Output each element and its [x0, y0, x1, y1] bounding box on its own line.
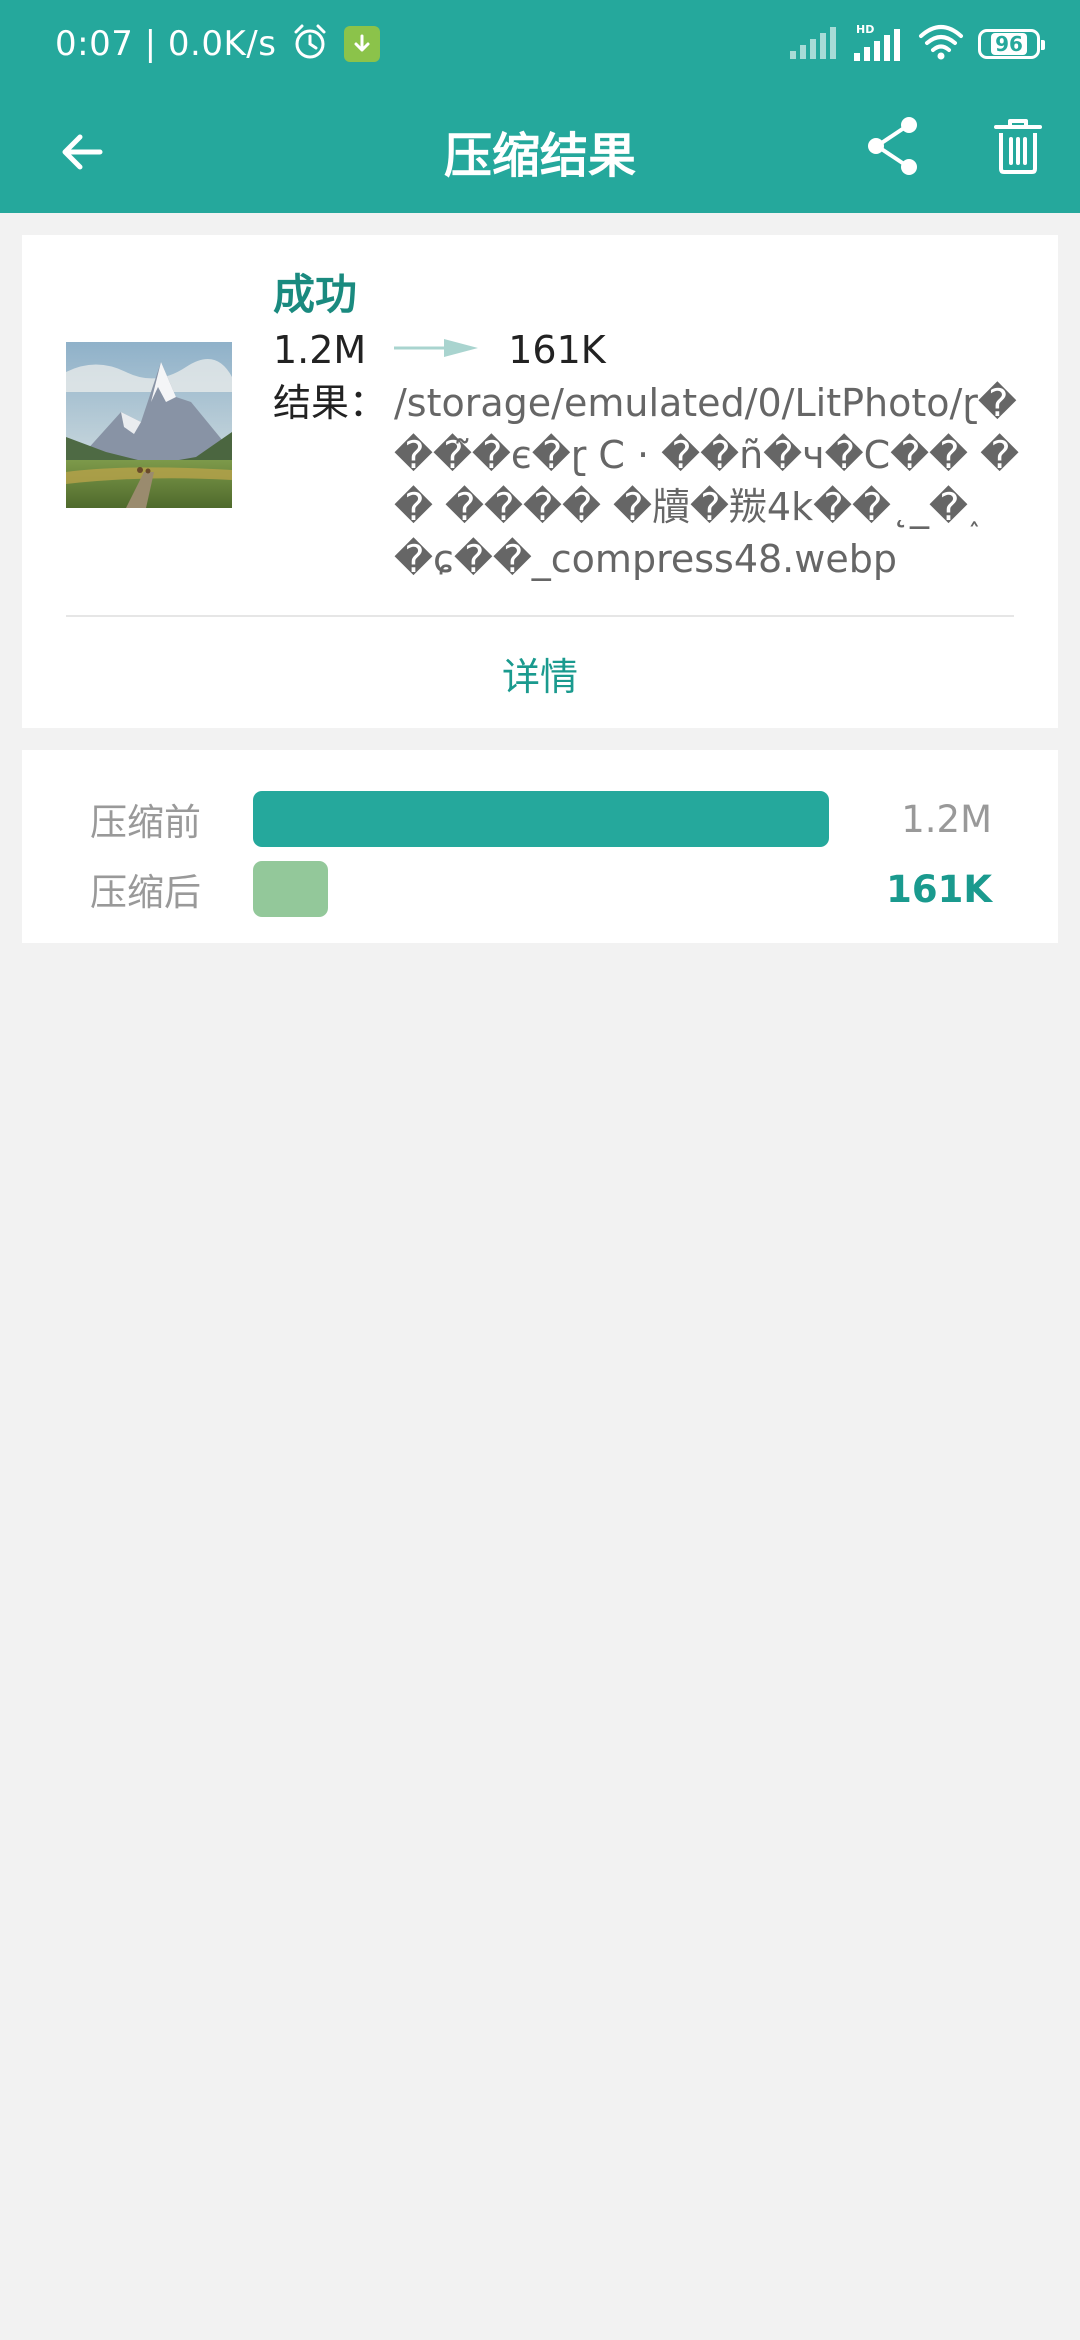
result-file-path: /storage/emulated/0/LitPhoto/ɽ���̃�є�ɽ C… — [394, 381, 1020, 581]
comparison-card: 压缩前 1.2M 压缩后 161K — [22, 750, 1058, 943]
app-bar: 压缩结果 — [0, 88, 1080, 213]
card-divider — [66, 615, 1014, 617]
status-time-speed: 0:07 | 0.0K/s — [55, 24, 277, 64]
after-bar-fill — [253, 861, 329, 917]
delete-button[interactable] — [978, 106, 1058, 186]
download-icon — [344, 26, 381, 62]
before-label: 压缩前 — [90, 801, 201, 844]
size-change-row: 1.2M 161K — [273, 325, 606, 375]
before-value: 1.2M — [901, 797, 992, 841]
after-bar-track — [253, 861, 829, 917]
image-thumbnail[interactable] — [66, 342, 232, 508]
cell-signal-hd-icon: HD — [854, 23, 904, 65]
trash-icon — [994, 119, 1042, 174]
cell-signal-icon — [790, 25, 840, 63]
battery-level: 96 — [991, 33, 1027, 55]
alarm-clock-icon — [290, 22, 330, 66]
before-bar-fill — [253, 791, 829, 847]
before-bar-row: 压缩前 1.2M — [22, 791, 1058, 847]
result-card: 成功 1.2M 161K 结果： /storage/emulated/0/Lit… — [22, 235, 1058, 728]
back-button[interactable] — [40, 110, 124, 194]
status-bar: 0:07 | 0.0K/s HD 96 — [0, 0, 1080, 88]
after-bar-row: 压缩后 161K — [22, 861, 1058, 917]
size-after-text: 161K — [508, 328, 606, 372]
compress-status: 成功 — [273, 270, 358, 319]
mountain-landscape-image — [66, 342, 232, 508]
after-value: 161K — [886, 867, 992, 911]
size-before-text: 1.2M — [273, 328, 367, 372]
battery-icon: 96 — [978, 29, 1045, 59]
arrow-right-icon — [394, 336, 480, 364]
before-bar-track — [253, 791, 829, 847]
after-label: 压缩后 — [90, 871, 201, 914]
svg-text:HD: HD — [856, 23, 874, 36]
share-icon — [868, 117, 917, 175]
result-label: 结果： — [273, 381, 388, 425]
share-button[interactable] — [853, 106, 933, 186]
status-bar-right: HD 96 — [790, 22, 1045, 66]
status-bar-left: 0:07 | 0.0K/s — [55, 22, 381, 66]
wifi-icon — [918, 24, 964, 64]
details-button[interactable]: 详情 — [22, 635, 1058, 711]
arrow-left-icon — [62, 134, 103, 170]
